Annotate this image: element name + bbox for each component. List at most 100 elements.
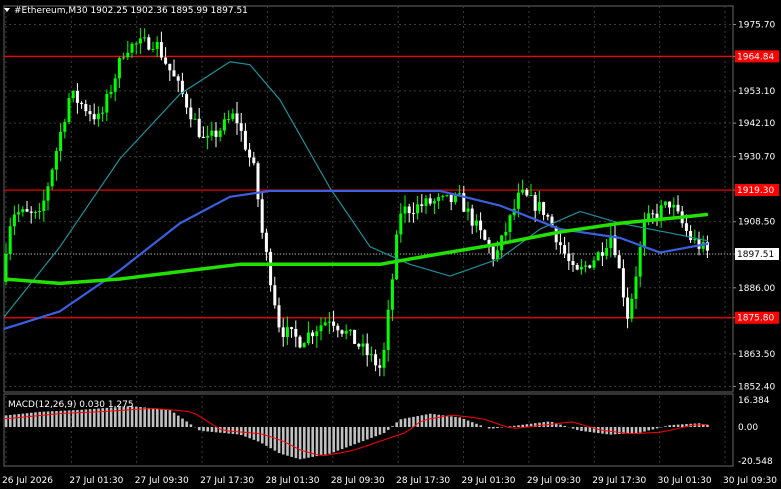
macd-histogram-bar: [143, 407, 146, 427]
macd-histogram-bar: [462, 418, 466, 427]
candle-body: [428, 198, 432, 204]
candle-body: [201, 136, 205, 138]
macd-histogram-bar: [290, 427, 293, 457]
candle-body: [29, 211, 33, 213]
candle-body: [189, 107, 193, 120]
candle-body: [164, 57, 168, 64]
macd-histogram-bar: [668, 425, 671, 427]
macd-title: MACD(12,26,9) 0.030 1.275: [8, 400, 134, 410]
candle-body: [332, 321, 336, 326]
macd-histogram-bar: [466, 420, 470, 427]
macd-histogram-bar: [328, 427, 331, 454]
macd-histogram-bar: [576, 427, 579, 430]
macd-histogram-bar: [315, 427, 319, 457]
macd-histogram-bar: [139, 407, 142, 427]
candle-body: [525, 189, 529, 196]
macd-histogram-bar: [34, 412, 37, 427]
candle-body: [243, 130, 247, 150]
price-chart[interactable]: 1975.70 1964.84 1953.10 1942.10 1930.70 1919.…: [0, 0, 781, 489]
candle-body: [411, 213, 415, 215]
macd-histogram-bar: [487, 427, 491, 429]
candle-body: [302, 343, 306, 348]
macd-histogram-bar: [651, 427, 655, 430]
candle-body: [575, 264, 579, 270]
candle-body: [122, 57, 126, 59]
macd-panel: [3, 406, 709, 460]
candle-body: [432, 200, 436, 204]
candle-body: [470, 208, 474, 226]
macd-histogram-bar: [395, 422, 398, 427]
candle-body: [365, 343, 369, 356]
collapse-triangle-icon[interactable]: [4, 8, 10, 12]
price-tick-label: 1975.70: [738, 20, 775, 30]
candle-body: [197, 118, 201, 137]
main-panel-frame: [3, 5, 734, 393]
candle-body: [323, 322, 327, 326]
candle-body: [260, 199, 264, 233]
candle-body: [466, 208, 470, 212]
macd-histogram-bar: [408, 417, 411, 427]
macd-histogram-bar: [391, 426, 394, 427]
macd-histogram-bar: [479, 425, 482, 427]
macd-histogram-bar: [588, 427, 592, 433]
macd-histogram-bar: [109, 407, 113, 427]
candle-body: [416, 204, 420, 214]
candle-body: [458, 193, 462, 195]
trading-chart-window[interactable]: 1975.70 1964.84 1953.10 1942.10 1930.70 1919.…: [0, 0, 781, 489]
candle-body: [663, 201, 667, 206]
candle-body: [558, 242, 562, 246]
candle-body: [109, 91, 113, 95]
macd-histogram-bar: [597, 427, 600, 434]
candle-body: [38, 211, 42, 213]
candle-body: [361, 343, 365, 347]
macd-histogram-bar: [626, 427, 629, 434]
current-price-label: 1897.51: [737, 250, 774, 260]
candle-body: [210, 130, 214, 136]
time-tick-label: 29 Jul 01:30: [462, 476, 516, 486]
candle-body: [92, 114, 96, 120]
macd-histogram-bar: [450, 416, 453, 427]
candle-body: [252, 157, 256, 164]
candle-body: [235, 113, 239, 124]
macd-histogram-bar: [508, 426, 512, 427]
candle-body: [130, 43, 134, 53]
candle-body: [596, 252, 600, 261]
candle-body: [642, 221, 646, 248]
price-tick-label: 1930.70: [738, 153, 775, 163]
macd-histogram-bar: [172, 412, 176, 427]
candle-body: [298, 336, 302, 348]
macd-tick-label: -20.548: [738, 457, 773, 467]
macd-histogram-bar: [156, 408, 159, 427]
candle-body: [626, 297, 630, 319]
macd-histogram-bar: [647, 427, 650, 431]
candle-body: [281, 327, 285, 338]
candle-body: [638, 247, 642, 277]
candle-body: [592, 260, 596, 268]
candle-body: [285, 327, 289, 338]
candle-body: [84, 104, 88, 112]
macd-histogram-bar: [559, 424, 562, 427]
candle-body: [369, 354, 373, 356]
macd-histogram-bar: [324, 427, 327, 455]
macd-histogram-bar: [382, 427, 386, 434]
candle-body: [222, 119, 226, 131]
candle-body: [693, 238, 697, 241]
candle-body: [336, 325, 340, 331]
candle-body: [479, 220, 483, 231]
price-tick-label: 1863.50: [738, 350, 775, 360]
macd-histogram-bar: [357, 427, 361, 443]
candle-body: [571, 261, 575, 265]
candle-body: [357, 343, 361, 347]
candle-body: [542, 202, 546, 215]
time-tick-label: 27 Jul 09:30: [135, 476, 189, 486]
candle-body: [311, 332, 315, 337]
candle-body: [537, 202, 541, 211]
macd-histogram-bar: [361, 427, 365, 442]
macd-histogram-bar: [416, 416, 419, 427]
chart-title: #Ethereum,M30 1902.25 1902.36 1895.99 18…: [14, 6, 248, 16]
macd-histogram-bar: [538, 422, 541, 427]
chart-grid: [3, 5, 734, 467]
macd-histogram-bar: [706, 424, 709, 427]
macd-histogram-bar: [471, 422, 474, 427]
macd-histogram-bar: [181, 418, 184, 427]
